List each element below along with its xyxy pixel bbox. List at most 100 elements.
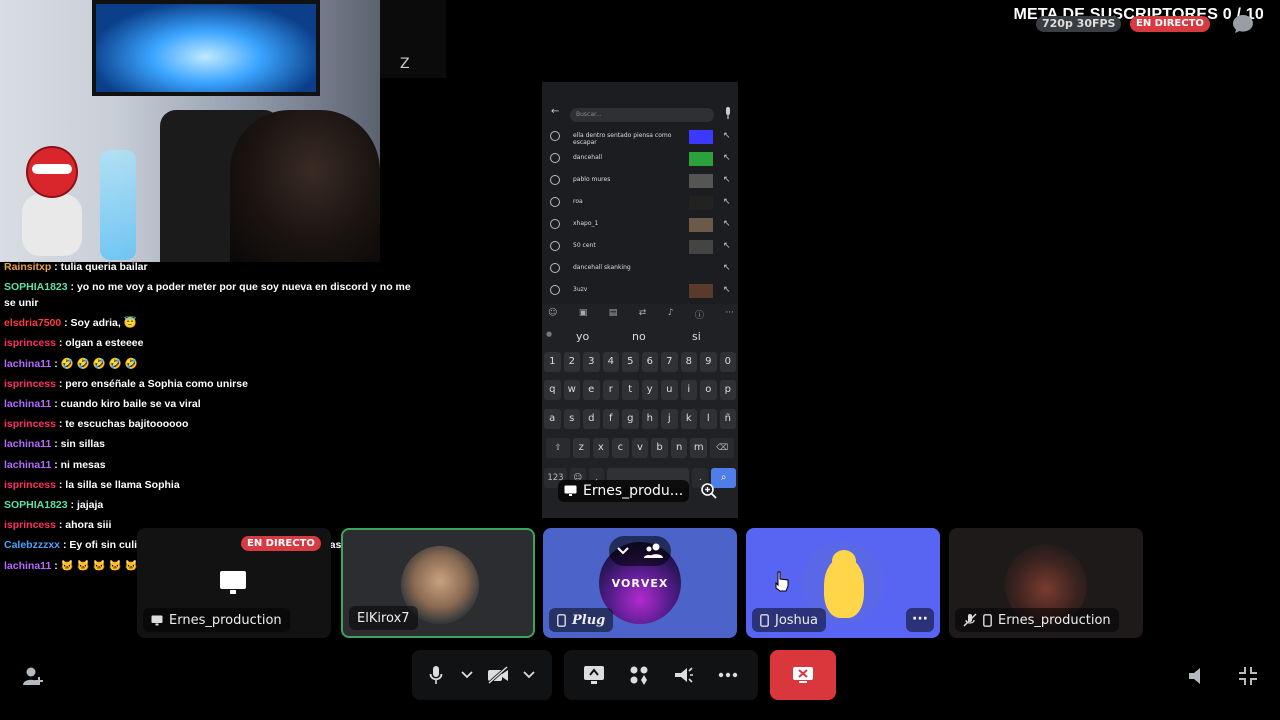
key[interactable]: g bbox=[622, 409, 639, 429]
share-screen-button[interactable] bbox=[580, 661, 608, 689]
key-row-numbers[interactable]: 1234567890 bbox=[544, 352, 736, 372]
history-item[interactable]: 3uzv ↖ bbox=[542, 280, 738, 302]
key[interactable]: e bbox=[583, 380, 600, 400]
mic-icon[interactable] bbox=[724, 107, 732, 119]
key[interactable]: s bbox=[563, 409, 580, 429]
emoji-icon[interactable]: ☺ bbox=[548, 308, 557, 324]
key[interactable]: n bbox=[670, 438, 688, 458]
history-item[interactable]: ella dentro sentado piensa como escapar ↖ bbox=[542, 126, 738, 148]
key[interactable]: w bbox=[563, 380, 580, 400]
fill-query-icon[interactable]: ↖ bbox=[723, 197, 731, 207]
participant-tile-plug[interactable]: VORVEX Plug bbox=[543, 528, 737, 638]
participant-tile-ernes-camera[interactable]: Ernes_production bbox=[949, 528, 1143, 638]
chevron-down-icon[interactable] bbox=[616, 546, 630, 556]
zoom-in-icon[interactable] bbox=[700, 482, 718, 500]
soundboard-button[interactable] bbox=[669, 661, 697, 689]
more-icon[interactable]: ··· bbox=[725, 308, 734, 324]
key[interactable]: i bbox=[680, 380, 697, 400]
key[interactable]: 7 bbox=[661, 352, 678, 372]
leave-call-button[interactable] bbox=[770, 650, 836, 700]
more-options-button[interactable]: ··· bbox=[906, 608, 934, 632]
key[interactable]: 5 bbox=[622, 352, 639, 372]
volume-icon[interactable] bbox=[1186, 665, 1208, 687]
back-arrow-icon[interactable]: ← bbox=[551, 106, 559, 117]
key-row-2[interactable]: asdfghjklñ bbox=[544, 409, 736, 429]
key[interactable]: a bbox=[544, 409, 561, 429]
search-bar[interactable]: ← Buscar... bbox=[548, 106, 734, 122]
participant-tile-elkirox[interactable]: ElKirox7 bbox=[341, 528, 535, 638]
suggestion-3[interactable]: si bbox=[692, 330, 701, 343]
key[interactable]: b bbox=[651, 438, 668, 458]
key[interactable]: y bbox=[641, 380, 658, 400]
fill-query-icon[interactable]: ↖ bbox=[723, 263, 731, 273]
key[interactable]: c bbox=[612, 438, 629, 458]
key[interactable]: 0 bbox=[719, 352, 736, 372]
key[interactable]: 9 bbox=[700, 352, 717, 372]
sticker-icon[interactable]: ▣ bbox=[579, 308, 588, 324]
fill-query-icon[interactable]: ↖ bbox=[723, 153, 731, 163]
tile-actions-pill[interactable] bbox=[609, 536, 671, 566]
key[interactable]: 8 bbox=[680, 352, 697, 372]
fill-query-icon[interactable]: ↖ bbox=[723, 175, 731, 185]
exit-fullscreen-icon[interactable] bbox=[1237, 665, 1259, 687]
more-button[interactable] bbox=[714, 661, 742, 689]
key[interactable]: 6 bbox=[641, 352, 658, 372]
key[interactable]: 3 bbox=[583, 352, 600, 372]
key-row-1[interactable]: qwertyuiop bbox=[544, 380, 736, 400]
key[interactable]: q bbox=[544, 380, 561, 400]
participant-tile-ernes-stream[interactable]: EN DIRECTO Ernes_production bbox=[137, 528, 331, 638]
key[interactable]: 4 bbox=[602, 352, 619, 372]
key[interactable]: f bbox=[602, 409, 619, 429]
camera-button[interactable] bbox=[484, 661, 512, 689]
camera-options-button[interactable] bbox=[515, 661, 543, 689]
activities-button[interactable] bbox=[625, 661, 653, 689]
mic-options-button[interactable] bbox=[453, 661, 481, 689]
history-item[interactable]: dancehall skanking ↖ bbox=[542, 258, 738, 280]
suggestion-1[interactable]: yo bbox=[576, 330, 589, 343]
translate-icon[interactable]: ⇄ bbox=[639, 308, 647, 324]
key[interactable]: 1 bbox=[544, 352, 561, 372]
history-item[interactable]: pablo mures ↖ bbox=[542, 170, 738, 192]
history-item[interactable]: xhapo_1 ↖ bbox=[542, 214, 738, 236]
add-friend-icon[interactable] bbox=[22, 665, 44, 687]
keyboard-toolbar[interactable]: ☺ ▣ ▤ ⇄ ♪ ⓘ ··· bbox=[548, 308, 734, 324]
key[interactable]: x bbox=[592, 438, 610, 458]
search-input[interactable]: Buscar... bbox=[570, 108, 714, 122]
mic-button[interactable] bbox=[422, 661, 450, 689]
key[interactable]: m bbox=[690, 438, 708, 458]
history-item[interactable]: dancehall ↖ bbox=[542, 148, 738, 170]
users-icon[interactable] bbox=[644, 543, 664, 559]
key[interactable]: t bbox=[622, 380, 639, 400]
clipboard-icon[interactable]: ▤ bbox=[609, 308, 618, 324]
key[interactable]: r bbox=[602, 380, 619, 400]
key[interactable]: l bbox=[700, 409, 717, 429]
key[interactable]: z bbox=[572, 438, 590, 458]
fill-query-icon[interactable]: ↖ bbox=[723, 131, 731, 141]
key[interactable]: o bbox=[700, 380, 717, 400]
history-item[interactable]: 50 cent ↖ bbox=[542, 236, 738, 258]
suggestion-bar[interactable]: ● yo no si bbox=[542, 330, 738, 346]
fill-query-icon[interactable]: ↖ bbox=[723, 219, 731, 229]
key[interactable]: j bbox=[661, 409, 678, 429]
participant-tile-joshua[interactable]: Joshua ··· bbox=[746, 528, 940, 638]
chat-bubble-icon[interactable] bbox=[1232, 14, 1254, 34]
key-backspace[interactable]: ⌫ bbox=[710, 438, 735, 458]
fill-query-icon[interactable]: ↖ bbox=[723, 241, 731, 251]
history-item[interactable]: roa ↖ bbox=[542, 192, 738, 214]
key[interactable]: ñ bbox=[719, 409, 736, 429]
voice-icon[interactable]: ♪ bbox=[668, 308, 674, 324]
key-row-3[interactable]: ⇧ z x c v b n m ⌫ bbox=[544, 438, 736, 458]
phone-screen-share[interactable]: ← Buscar... ella dentro sentado piensa c… bbox=[542, 82, 738, 518]
fill-query-icon[interactable]: ↖ bbox=[723, 285, 731, 295]
key[interactable]: k bbox=[680, 409, 697, 429]
key-shift[interactable]: ⇧ bbox=[545, 438, 570, 458]
key[interactable]: 2 bbox=[563, 352, 580, 372]
suggestion-2[interactable]: no bbox=[632, 330, 646, 343]
key[interactable]: d bbox=[583, 409, 600, 429]
info-icon[interactable]: ⓘ bbox=[695, 308, 704, 324]
key[interactable]: u bbox=[661, 380, 678, 400]
key[interactable]: p bbox=[719, 380, 736, 400]
mic-muted-icon bbox=[963, 613, 977, 627]
key[interactable]: h bbox=[641, 409, 658, 429]
key[interactable]: v bbox=[631, 438, 649, 458]
